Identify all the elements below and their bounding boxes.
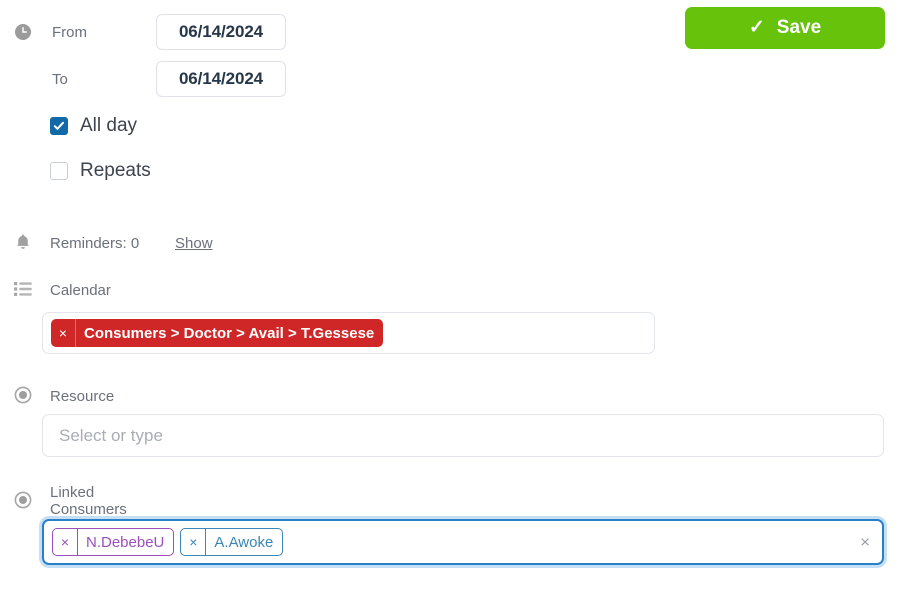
repeats-checkbox[interactable] [50, 162, 68, 180]
remove-tag-icon[interactable]: × [51, 319, 76, 347]
calendar-tag-label: Consumers > Doctor > Avail > T.Gessese [84, 324, 375, 342]
save-button[interactable]: ✓ Save [685, 7, 885, 49]
calendar-tag[interactable]: × Consumers > Doctor > Avail > T.Gessese [51, 319, 384, 347]
repeats-checkbox-row[interactable]: Repeats [50, 160, 151, 182]
to-label: To [52, 70, 68, 88]
resource-label: Resource [50, 387, 115, 405]
from-label: From [52, 23, 87, 41]
save-button-label: Save [776, 17, 822, 38]
remove-tag-icon[interactable]: × [53, 529, 78, 555]
event-editor-panel: From 06/14/2024 To 06/14/2024 ✓ Save All… [0, 0, 904, 594]
all-day-label: All day [80, 115, 138, 136]
from-date-row: From 06/14/2024 [0, 11, 660, 53]
linked-consumer-tag-label: N.DebebeU [86, 533, 165, 551]
clear-all-icon[interactable]: × [860, 534, 870, 551]
resource-select-input[interactable]: Select or type [42, 414, 884, 457]
calendar-label: Calendar [50, 281, 111, 299]
repeats-label: Repeats [80, 160, 151, 181]
check-icon: ✓ [748, 16, 765, 38]
resource-placeholder: Select or type [59, 425, 163, 445]
calendar-select-input[interactable]: × Consumers > Doctor > Avail > T.Gessese [42, 312, 655, 354]
all-day-checkbox[interactable] [50, 117, 68, 135]
all-day-checkbox-row[interactable]: All day [50, 115, 137, 137]
linked-consumer-tag[interactable]: × N.DebebeU [52, 528, 175, 556]
radio-icon [12, 489, 34, 511]
remove-tag-icon[interactable]: × [181, 529, 207, 555]
show-reminders-link[interactable]: Show [175, 235, 213, 252]
list-icon [12, 278, 34, 300]
linked-consumers-label: Linked Consumers [50, 484, 127, 518]
to-date-row: To 06/14/2024 [0, 58, 660, 100]
reminders-count: Reminders: 0 [50, 234, 140, 252]
to-date-input[interactable]: 06/14/2024 [156, 61, 286, 97]
radio-icon [12, 384, 34, 406]
bell-icon [12, 231, 34, 253]
linked-consumer-tag-label: A.Awoke [214, 533, 274, 551]
linked-consumers-select-input[interactable]: × N.DebebeU × A.Awoke × [42, 519, 884, 565]
linked-consumer-tag[interactable]: × A.Awoke [180, 528, 284, 556]
from-date-input[interactable]: 06/14/2024 [156, 14, 286, 50]
